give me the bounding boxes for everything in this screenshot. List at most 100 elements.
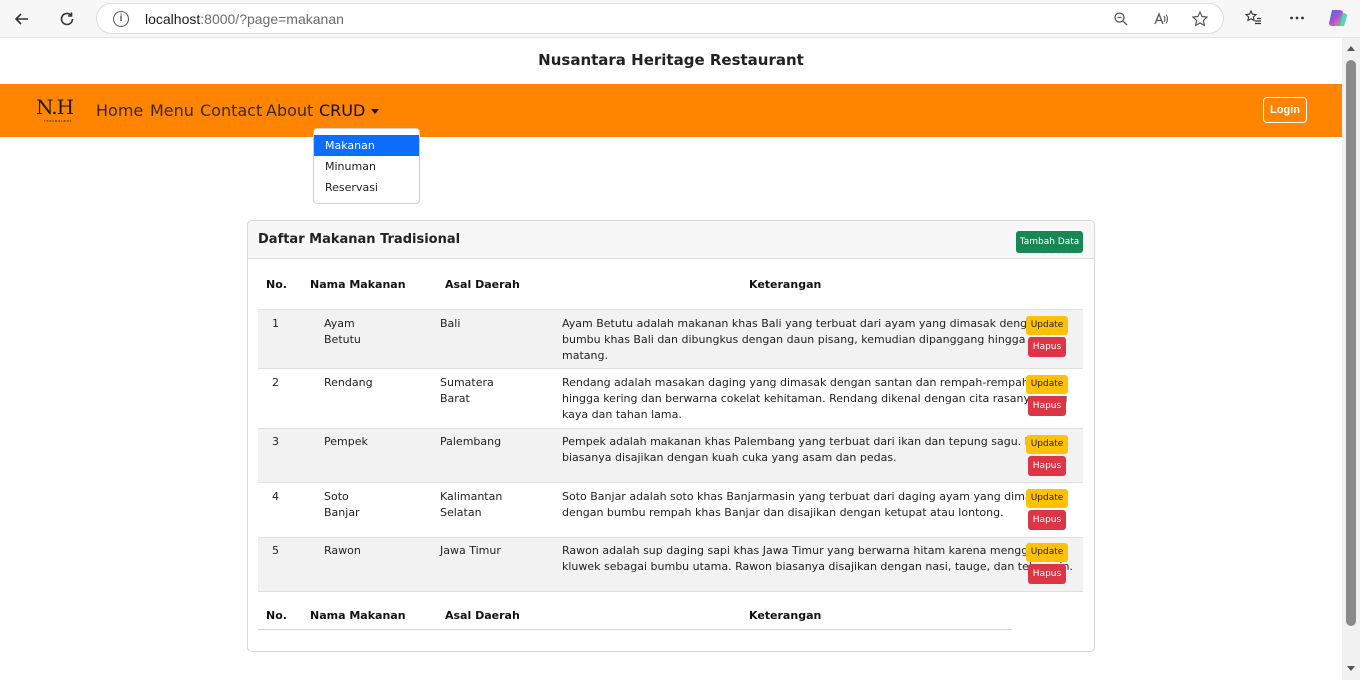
delete-button[interactable]: Hapus (1028, 337, 1066, 357)
row-ket-line: dengan bumbu rempah khas Banjar dan disa… (562, 506, 1004, 519)
favorite-star-icon[interactable] (1190, 9, 1210, 29)
footer-asal: Asal Daerah (445, 609, 520, 622)
copilot-icon[interactable] (1326, 6, 1350, 30)
row-ket-line: bumbu khas Bali dan dibungkus dengan dau… (562, 333, 1026, 346)
footer-nama: Nama Makanan (310, 609, 406, 622)
dropdown-item-minuman[interactable]: Minuman (314, 156, 419, 177)
restaurant-logo[interactable]: N.H restaurant (36, 96, 80, 128)
row-ket-line: kluwek sebagai bumbu utama. Rawon biasan… (562, 560, 1073, 573)
row-no: 5 (272, 544, 279, 557)
browser-toolbar: i localhost:8000/?page=makanan (0, 0, 1360, 38)
table-row: 2 Rendang Sumatera Barat Rendang adalah … (258, 368, 1083, 428)
row-nama-line: Rawon (324, 544, 361, 557)
row-no: 4 (272, 490, 279, 503)
row-ket-line: Rendang adalah masakan daging yang dimas… (562, 376, 1029, 389)
delete-button[interactable]: Hapus (1028, 510, 1066, 530)
row-nama-line: Pempek (324, 435, 368, 448)
delete-button[interactable]: Hapus (1028, 396, 1066, 416)
row-keterangan: Soto Banjar adalah soto khas Banjarmasin… (562, 489, 1051, 521)
card-title: Daftar Makanan Tradisional (258, 232, 461, 247)
row-nama-line: Rendang (324, 376, 373, 389)
row-asal-line: Selatan (440, 506, 482, 519)
site-title: Nusantara Heritage Restaurant (538, 51, 804, 69)
read-aloud-icon[interactable] (1151, 9, 1171, 29)
row-keterangan: Pempek adalah makanan khas Palembang yan… (562, 434, 1069, 466)
favorites-list-icon[interactable] (1241, 6, 1265, 30)
crud-dropdown-menu: Makanan Minuman Reservasi (313, 128, 420, 204)
url-text[interactable]: localhost:8000/?page=makanan (145, 11, 344, 27)
nav-home[interactable]: Home (96, 101, 143, 120)
row-ket-line: hingga kering dan berwarna cokelat kehit… (562, 392, 1068, 405)
scroll-up-icon[interactable] (1347, 46, 1355, 51)
row-asal-line: Palembang (440, 435, 502, 448)
delete-button[interactable]: Hapus (1028, 456, 1066, 476)
info-icon[interactable]: i (113, 11, 129, 27)
row-nama: Soto Banjar (324, 489, 360, 521)
row-asal-line: Bali (440, 317, 461, 330)
row-asal: Sumatera Barat (440, 375, 494, 407)
row-no: 2 (272, 376, 279, 389)
header-asal: Asal Daerah (445, 278, 520, 291)
logo-text: N.H (36, 95, 74, 119)
back-arrow-icon[interactable] (8, 5, 36, 33)
card-header: Daftar Makanan Tradisional Tambah Data (248, 221, 1094, 259)
page-scrollbar[interactable] (1342, 38, 1360, 680)
row-nama: Rendang (324, 375, 373, 391)
add-data-button[interactable]: Tambah Data (1016, 231, 1083, 253)
row-nama-line: Banjar (324, 506, 360, 519)
footer-divider (258, 629, 1012, 630)
row-ket-line: Rawon adalah sup daging sapi khas Jawa T… (562, 544, 1069, 557)
dropdown-item-reservasi[interactable]: Reservasi (314, 177, 419, 198)
nav-about[interactable]: About (266, 101, 313, 120)
scroll-down-icon[interactable] (1347, 666, 1355, 671)
reload-icon[interactable] (53, 5, 81, 33)
dropdown-item-makanan[interactable]: Makanan (314, 135, 419, 156)
header-keterangan: Keterangan (749, 278, 822, 291)
row-asal-line: Barat (440, 392, 470, 405)
row-keterangan: Rendang adalah masakan daging yang dimas… (562, 375, 1067, 423)
row-nama-line: Ayam (324, 317, 355, 330)
row-keterangan: Ayam Betutu adalah makanan khas Bali yan… (562, 316, 1041, 364)
address-bar[interactable]: i localhost:8000/?page=makanan (96, 3, 1224, 34)
more-options-icon[interactable] (1285, 6, 1309, 30)
zoom-out-icon[interactable] (1111, 9, 1131, 29)
row-ket-line: Soto Banjar adalah soto khas Banjarmasin… (562, 490, 1051, 503)
update-button[interactable]: Update (1026, 435, 1068, 454)
header-nama: Nama Makanan (310, 278, 406, 291)
table-row: 4 Soto Banjar Kalimantan Selatan Soto Ba… (258, 482, 1083, 537)
url-path: :8000/?page=makanan (200, 11, 344, 27)
update-button[interactable]: Update (1026, 316, 1068, 335)
footer-no: No. (266, 609, 287, 622)
update-button[interactable]: Update (1026, 489, 1068, 508)
update-button[interactable]: Update (1026, 375, 1068, 394)
row-asal-line: Jawa Timur (440, 544, 501, 557)
row-asal-line: Kalimantan (440, 490, 503, 503)
row-asal: Jawa Timur (440, 543, 501, 559)
row-nama-line: Soto (324, 490, 349, 503)
row-asal: Palembang (440, 434, 501, 450)
row-asal-line: Sumatera (440, 376, 494, 389)
row-ket-line: biasanya disajikan dengan kuah cuka yang… (562, 451, 897, 464)
nav-contact[interactable]: Contact (200, 101, 262, 120)
row-ket-line: kaya dan tahan lama. (562, 408, 682, 421)
login-button[interactable]: Login (1263, 97, 1307, 123)
row-nama: Pempek (324, 434, 368, 450)
row-no: 3 (272, 435, 279, 448)
update-button[interactable]: Update (1026, 543, 1068, 562)
row-asal: Bali (440, 316, 460, 332)
scrollbar-thumb[interactable] (1346, 60, 1356, 626)
header-no: No. (266, 278, 287, 291)
chevron-down-icon (371, 109, 380, 114)
delete-button[interactable]: Hapus (1028, 564, 1066, 584)
row-ket-line: Ayam Betutu adalah makanan khas Bali yan… (562, 317, 1041, 330)
nav-crud-dropdown[interactable]: CRUD (319, 101, 380, 120)
row-ket-line: Pempek adalah makanan khas Palembang yan… (562, 435, 1069, 448)
food-list-card: Daftar Makanan Tradisional Tambah Data N… (247, 220, 1095, 652)
nav-menu[interactable]: Menu (150, 101, 194, 120)
row-keterangan: Rawon adalah sup daging sapi khas Jawa T… (562, 543, 1073, 575)
row-nama-line: Betutu (324, 333, 361, 346)
table-row: 1 Ayam Betutu Bali Ayam Betutu adalah ma… (258, 309, 1083, 368)
url-host: localhost (145, 11, 201, 27)
row-ket-line: matang. (562, 349, 608, 362)
row-no: 1 (272, 317, 279, 330)
